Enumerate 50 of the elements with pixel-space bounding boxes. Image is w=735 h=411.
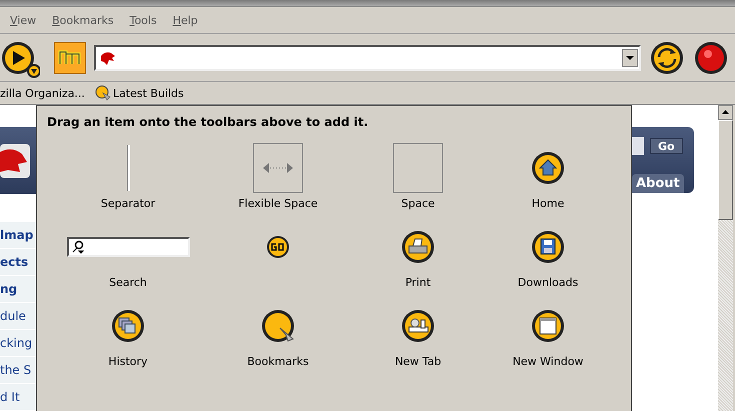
- bookmark-icon: [94, 85, 111, 101]
- menu-item[interactable]: Help: [172, 14, 207, 26]
- item-label: Search: [109, 276, 147, 289]
- item-label: Separator: [100, 197, 156, 210]
- scroll-up-icon[interactable]: [718, 105, 733, 120]
- page-link[interactable]: cking: [0, 330, 36, 357]
- page-link[interactable]: d It: [0, 384, 36, 411]
- search-field[interactable]: [66, 237, 190, 257]
- scrollbar[interactable]: [718, 105, 733, 411]
- new-tab-icon[interactable]: [400, 308, 436, 344]
- home-icon[interactable]: [530, 150, 566, 186]
- search-icon: [70, 240, 84, 254]
- item-label: Print: [405, 276, 431, 289]
- separator-line[interactable]: [126, 145, 130, 191]
- bookmark-link[interactable]: Latest Builds: [94, 85, 184, 101]
- bookmark-link[interactable]: zilla Organiza...: [0, 86, 85, 100]
- page-link[interactable]: ng: [0, 276, 36, 303]
- page-link[interactable]: lmap: [0, 222, 36, 249]
- item-label: Home: [532, 197, 564, 210]
- dinosaur-icon: [99, 50, 117, 66]
- item-label: Bookmarks: [247, 355, 309, 368]
- page-link[interactable]: ects: [0, 249, 36, 276]
- page-link[interactable]: dule: [0, 303, 36, 330]
- logo-icon[interactable]: [54, 42, 86, 74]
- item-label: History: [108, 355, 148, 368]
- new-window-icon[interactable]: [530, 308, 566, 344]
- flexible-space-icon[interactable]: [253, 143, 303, 193]
- menu-item[interactable]: Tools: [130, 14, 166, 26]
- search-input[interactable]: [632, 137, 644, 155]
- scroll-thumb[interactable]: [718, 120, 733, 220]
- item-label: New Tab: [394, 355, 442, 368]
- bookmarks-icon[interactable]: [260, 308, 296, 344]
- print-icon[interactable]: [400, 229, 436, 265]
- stop-button-icon[interactable]: [693, 40, 729, 76]
- go-button[interactable]: Go: [650, 138, 683, 154]
- downloads-icon[interactable]: [530, 229, 566, 265]
- address-field[interactable]: [94, 44, 641, 70]
- item-label: Space: [401, 197, 435, 210]
- dinosaur-logo-icon: [0, 144, 30, 178]
- item-label: Flexible Space: [238, 197, 318, 210]
- item-label: New Window: [512, 355, 584, 368]
- item-label: Downloads: [518, 276, 578, 289]
- page-link[interactable]: the S: [0, 357, 36, 384]
- reload-button-icon[interactable]: [649, 40, 685, 76]
- go-icon[interactable]: [266, 235, 290, 259]
- menu-item[interactable]: Bookmarks: [52, 14, 123, 26]
- menu-item[interactable]: View: [10, 14, 46, 26]
- instruction-text: Drag an item onto the toolbars above to add it.: [47, 115, 370, 129]
- history-icon[interactable]: [110, 308, 146, 344]
- nav-tab[interactable]: About: [632, 174, 684, 193]
